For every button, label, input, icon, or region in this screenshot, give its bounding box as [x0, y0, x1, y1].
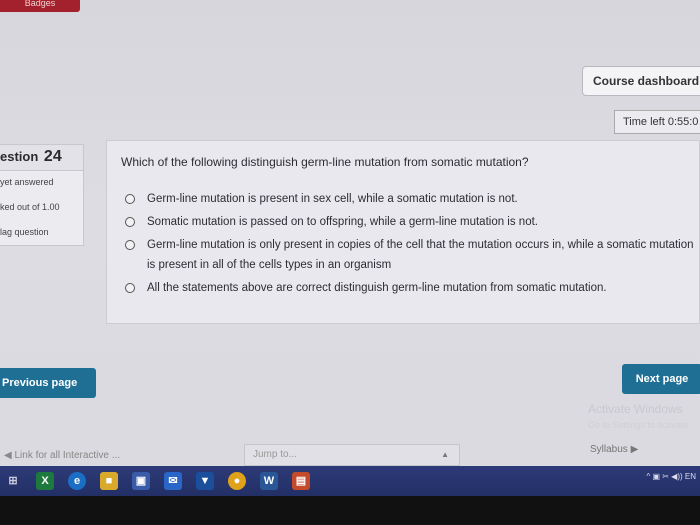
- activate-windows-watermark: Activate Windows: [588, 402, 683, 416]
- start-icon[interactable]: ⊞: [4, 472, 22, 490]
- answer-option[interactable]: Germ-line mutation is present in sex cel…: [125, 193, 695, 209]
- syllabus-link[interactable]: Syllabus ▶: [590, 444, 638, 455]
- word-icon[interactable]: W: [260, 472, 278, 490]
- time-left-display: Time left 0:55:0: [614, 110, 700, 134]
- flag-question-link[interactable]: lag question: [0, 221, 83, 246]
- answer-option[interactable]: Somatic mutation is passed on to offspri…: [125, 216, 695, 232]
- option-label: Germ-line mutation is present in sex cel…: [147, 193, 518, 205]
- question-info-panel: estion 24 yet answered ked out of 1.00 l…: [0, 144, 84, 246]
- next-page-button[interactable]: Next page: [622, 364, 700, 394]
- app-icon[interactable]: ▤: [292, 472, 310, 490]
- answer-option[interactable]: All the statements above are correct dis…: [125, 282, 695, 298]
- select-arrows-icon: ▲: [441, 450, 449, 459]
- file-explorer-icon[interactable]: ■: [100, 472, 118, 490]
- answer-option[interactable]: Germ-line mutation is only present in co…: [125, 239, 695, 275]
- shield-icon[interactable]: ▼: [196, 472, 214, 490]
- option-label: Germ-line mutation is only present in co…: [147, 239, 694, 271]
- chrome-icon[interactable]: ●: [228, 472, 246, 490]
- edge-icon[interactable]: e: [68, 472, 86, 490]
- windows-taskbar: ⊞ X e ■ ▣ ✉ ▼ ● W ▤ ^ ▣ ✂ ◀)) EN: [0, 466, 700, 496]
- radio-button[interactable]: [125, 194, 135, 204]
- store-icon[interactable]: ▣: [132, 472, 150, 490]
- activate-windows-subtext: Go to Settings to activate: [588, 420, 689, 430]
- option-label: All the statements above are correct dis…: [147, 282, 607, 294]
- option-label: Somatic mutation is passed on to offspri…: [147, 216, 538, 228]
- answer-options: Germ-line mutation is present in sex cel…: [125, 193, 695, 305]
- system-tray[interactable]: ^ ▣ ✂ ◀)) EN: [647, 466, 697, 496]
- previous-activity-link[interactable]: ◀ Link for all Interactive ...: [4, 450, 120, 461]
- excel-icon[interactable]: X: [36, 472, 54, 490]
- radio-button[interactable]: [125, 283, 135, 293]
- question-box: Which of the following distinguish germ-…: [106, 140, 700, 324]
- question-number: estion 24: [0, 145, 83, 171]
- previous-page-button[interactable]: Previous page: [0, 368, 96, 398]
- radio-button[interactable]: [125, 240, 135, 250]
- screen-bezel: [0, 496, 700, 525]
- radio-button[interactable]: [125, 217, 135, 227]
- jump-to-select[interactable]: Jump to... ▲: [244, 444, 460, 466]
- course-dashboard-button[interactable]: Course dashboard ❖: [582, 66, 700, 96]
- question-text: Which of the following distinguish germ-…: [121, 155, 529, 169]
- badges-tab[interactable]: Badges: [0, 0, 80, 12]
- mail-icon[interactable]: ✉: [164, 472, 182, 490]
- jump-to-label: Jump to...: [253, 449, 297, 460]
- marks-info: ked out of 1.00: [0, 202, 60, 212]
- answer-status: yet answered: [0, 177, 54, 187]
